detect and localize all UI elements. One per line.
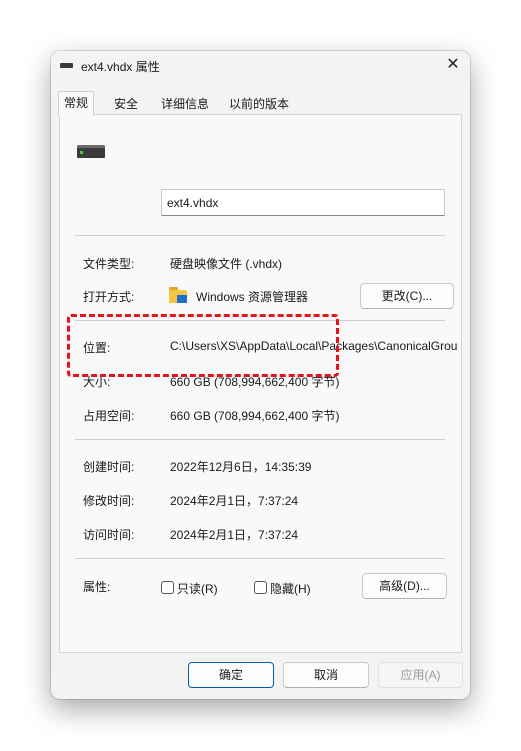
divider: [75, 439, 445, 440]
cancel-button[interactable]: 取消: [283, 662, 369, 688]
opens-with-value: Windows 资源管理器: [196, 290, 309, 304]
size-highlight-annotation: [67, 314, 339, 377]
accessed-label: 访问时间:: [83, 528, 135, 542]
hidden-label[interactable]: 隐藏(H): [270, 580, 311, 597]
file-type-label: 文件类型:: [83, 257, 135, 271]
created-label: 创建时间:: [83, 460, 135, 474]
window-title: ext4.vhdx 属性: [81, 60, 160, 74]
change-button[interactable]: 更改(C)...: [360, 283, 454, 309]
size-on-disk-value: 660 GB (708,994,662,400 字节): [170, 409, 340, 423]
readonly-label[interactable]: 只读(R): [177, 580, 218, 597]
divider: [75, 235, 445, 236]
general-panel: 文件类型: 硬盘映像文件 (.vhdx) 打开方式: Windows 资源管理器…: [59, 114, 462, 653]
opens-with-label: 打开方式:: [83, 290, 135, 304]
accessed-value: 2024年2月1日，7:37:24: [170, 528, 299, 542]
folder-icon: [169, 287, 187, 303]
close-button[interactable]: ✕: [436, 51, 470, 81]
tab-security[interactable]: 安全: [109, 94, 143, 115]
size-on-disk-label: 占用空间:: [83, 409, 135, 423]
advanced-button[interactable]: 高级(D)...: [362, 573, 447, 599]
modified-label: 修改时间:: [83, 494, 135, 508]
tab-general[interactable]: 常规: [58, 91, 95, 116]
attributes-label: 属性:: [83, 580, 111, 594]
tab-details[interactable]: 详细信息: [156, 94, 214, 115]
file-type-value: 硬盘映像文件 (.vhdx): [170, 257, 283, 271]
title-bar: ext4.vhdx 属性 ✕: [51, 51, 470, 81]
divider: [75, 558, 445, 559]
modified-value: 2024年2月1日，7:37:24: [170, 494, 299, 508]
file-name-input[interactable]: [161, 189, 445, 216]
ok-button[interactable]: 确定: [188, 662, 274, 688]
apply-button[interactable]: 应用(A): [378, 662, 463, 688]
tab-previous-versions[interactable]: 以前的版本: [224, 94, 294, 115]
readonly-checkbox[interactable]: [161, 581, 174, 594]
hard-drive-icon: [77, 145, 105, 158]
hidden-checkbox[interactable]: [254, 581, 267, 594]
created-value: 2022年12月6日，14:35:39: [170, 460, 312, 474]
drive-icon: [60, 63, 73, 68]
